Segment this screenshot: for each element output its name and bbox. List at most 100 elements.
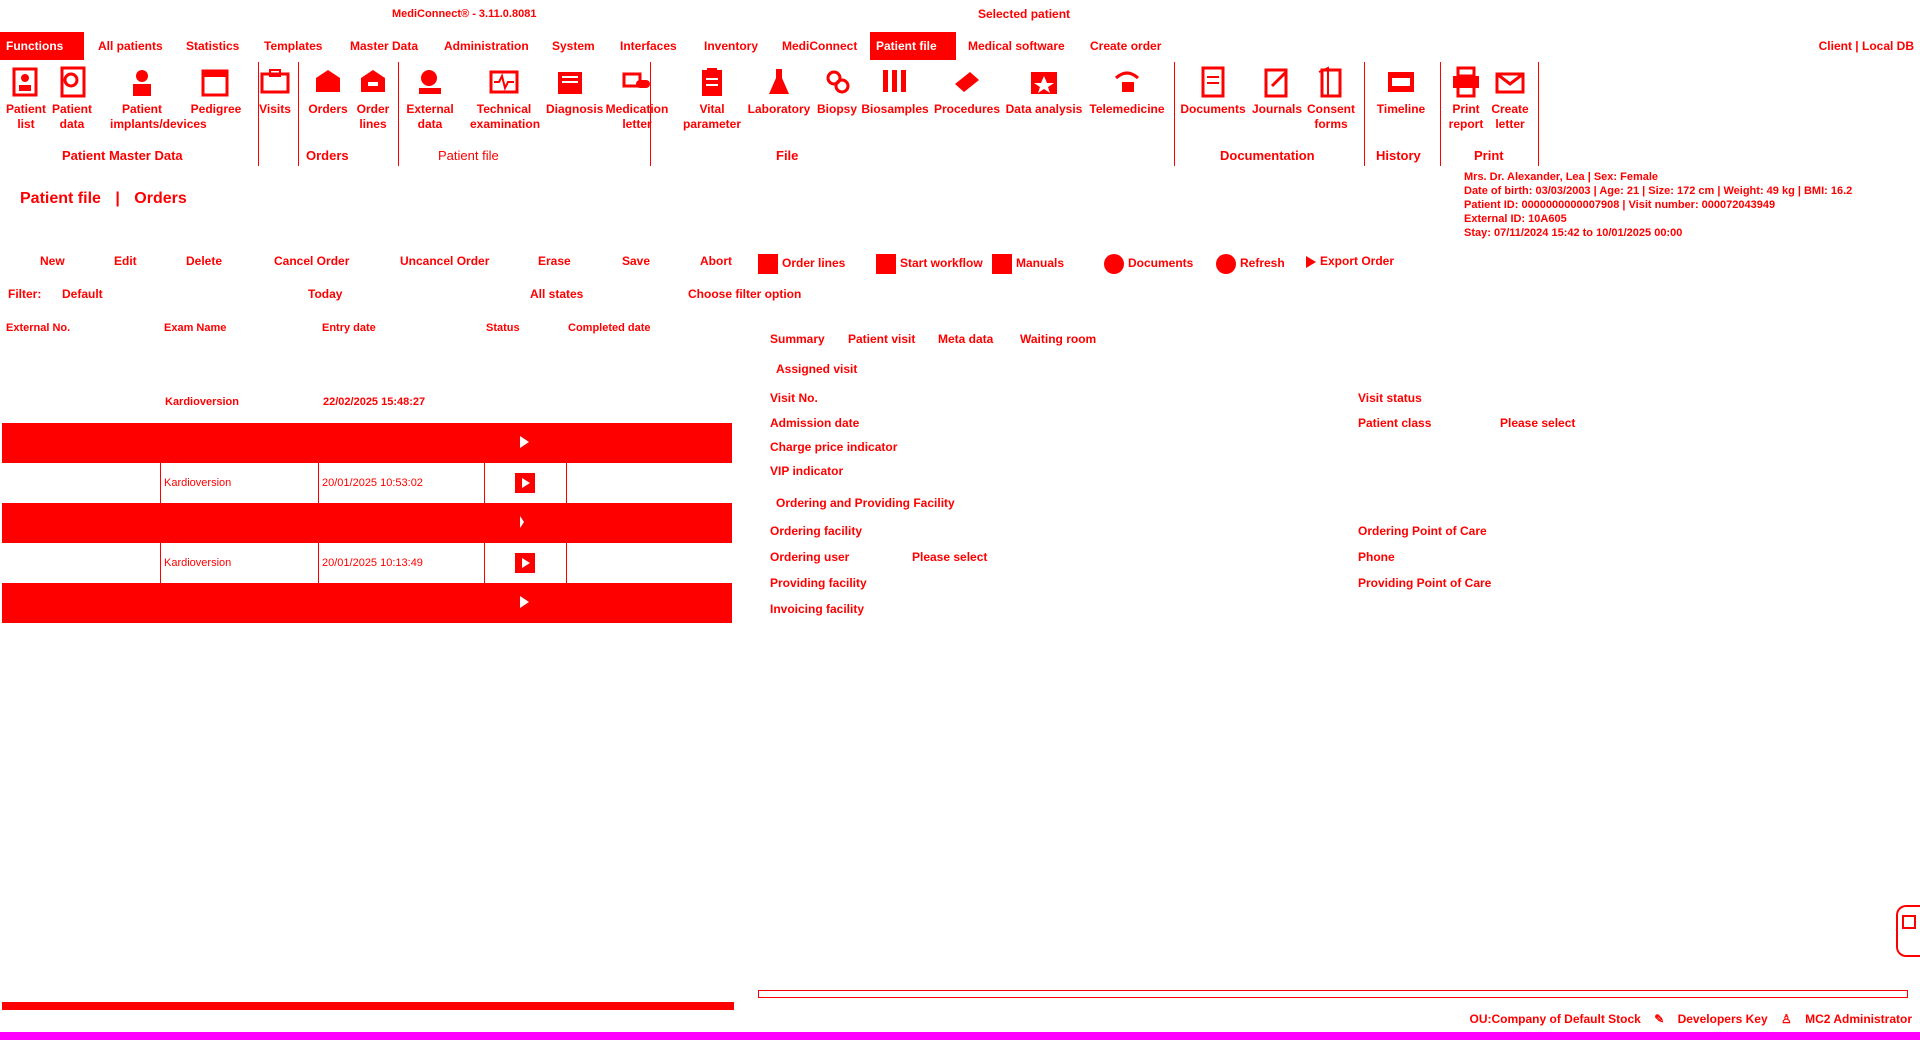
play-icon[interactable] <box>520 596 529 608</box>
filter-select[interactable]: Default <box>62 287 103 301</box>
column-status[interactable]: Status <box>486 322 520 334</box>
column-exam-name[interactable]: Exam Name <box>164 322 226 334</box>
status-filter-select[interactable]: All states <box>530 287 583 301</box>
tab-meta-data[interactable]: Meta data <box>938 332 993 346</box>
ribbon-separator <box>1364 62 1365 166</box>
start-workflow-label: Start workflow <box>900 256 983 271</box>
menu-all-patients[interactable]: All patients <box>92 32 169 60</box>
refresh-button[interactable]: Refresh <box>1216 254 1285 274</box>
play-icon[interactable] <box>515 553 535 573</box>
timeline-button[interactable]: Timeline <box>1370 66 1432 117</box>
menu-patient-file[interactable]: Patient file <box>870 32 956 60</box>
patient-data-button[interactable]: Patient data <box>50 66 94 132</box>
external-data-icon <box>419 70 441 94</box>
erase-button[interactable]: Erase <box>538 254 571 268</box>
procedures-button[interactable]: Procedures <box>932 66 1002 117</box>
documents-button[interactable]: Documents <box>1180 66 1246 117</box>
group-label-patient-file: Patient file <box>438 148 499 163</box>
table-row[interactable] <box>2 423 732 463</box>
workflow-icon <box>876 254 896 274</box>
manuals-button[interactable]: Manuals <box>992 254 1064 274</box>
external-data-button[interactable]: External data <box>404 66 456 132</box>
column-external-no[interactable]: External No. <box>6 322 70 334</box>
ribbon: Patient list Patient data Patient implan… <box>0 60 1920 168</box>
cancel-order-button[interactable]: Cancel Order <box>274 254 349 268</box>
documents-toolbar-button[interactable]: Documents <box>1104 254 1193 274</box>
side-panel-toggle[interactable] <box>1896 905 1920 957</box>
table-horizontal-scrollbar[interactable] <box>2 1002 734 1010</box>
table-row[interactable]: Kardioversion 20/01/2025 10:53:02 <box>2 463 732 503</box>
pedigree-button[interactable]: Pedigree <box>186 66 246 117</box>
biopsy-button[interactable]: Biopsy <box>816 66 858 117</box>
order-lines-button[interactable]: Order lines <box>350 66 396 132</box>
column-entry-date[interactable]: Entry date <box>322 322 376 334</box>
visits-icon <box>260 69 290 94</box>
patient-implants-button[interactable]: Patient implants/devices <box>110 66 207 132</box>
data-analysis-icon <box>1031 72 1057 94</box>
export-order-button[interactable]: Export Order <box>1306 254 1394 268</box>
create-letter-button[interactable]: Create letter <box>1488 66 1532 132</box>
medication-letter-button[interactable]: Medication letter <box>604 66 670 132</box>
edit-button[interactable]: Edit <box>114 254 137 268</box>
abort-button[interactable]: Abort <box>700 254 732 268</box>
client-indicator: Client | Local DB <box>1818 39 1914 53</box>
column-completed-date[interactable]: Completed date <box>568 322 651 334</box>
telemedicine-label: Telemedicine <box>1089 102 1165 116</box>
date-filter-select[interactable]: Today <box>308 287 342 301</box>
table-row[interactable] <box>2 583 732 623</box>
table-row[interactable]: Kardioversion 22/02/2025 15:48:27 <box>2 382 732 422</box>
tab-patient-visit[interactable]: Patient visit <box>848 332 915 346</box>
start-workflow-button[interactable]: Start workflow <box>876 254 983 274</box>
filter-option-select[interactable]: Choose filter option <box>688 287 801 301</box>
refresh-label: Refresh <box>1240 256 1285 271</box>
telemedicine-button[interactable]: Telemedicine <box>1088 66 1166 117</box>
patient-class-select[interactable]: Please select <box>1500 416 1575 430</box>
order-lines-toolbar-button[interactable]: Order lines <box>758 254 845 274</box>
vital-parameter-button[interactable]: Vital parameter <box>680 66 744 132</box>
menu-templates[interactable]: Templates <box>258 32 328 60</box>
diagnosis-button[interactable]: Diagnosis <box>546 66 603 117</box>
tab-waiting-room[interactable]: Waiting room <box>1020 332 1096 346</box>
uncancel-order-button[interactable]: Uncancel Order <box>400 254 489 268</box>
laboratory-button[interactable]: Laboratory <box>746 66 812 117</box>
menu-medical-software[interactable]: Medical software <box>962 32 1071 60</box>
menu-administration[interactable]: Administration <box>438 32 535 60</box>
ordering-user-select[interactable]: Please select <box>912 550 987 564</box>
medication-letter-label: Medication letter <box>605 102 669 131</box>
save-button[interactable]: Save <box>622 254 650 268</box>
toolbar: New Edit Delete Cancel Order Uncancel Or… <box>0 250 1920 276</box>
play-icon[interactable] <box>520 516 524 528</box>
play-icon[interactable] <box>520 436 529 448</box>
print-report-button[interactable]: Print report <box>1444 66 1488 132</box>
menu-system[interactable]: System <box>546 32 601 60</box>
menu-interfaces[interactable]: Interfaces <box>614 32 683 60</box>
biosamples-button[interactable]: Biosamples <box>860 66 930 117</box>
entry-date-cell: 20/01/2025 10:53:02 <box>318 463 484 503</box>
orders-button[interactable]: Orders <box>306 66 350 117</box>
menu-inventory[interactable]: Inventory <box>698 32 764 60</box>
play-icon[interactable] <box>515 473 535 493</box>
patient-birth-line: Date of birth: 03/03/2003 | Age: 21 | Si… <box>1464 185 1853 197</box>
detail-horizontal-scrollbar[interactable] <box>758 990 1908 998</box>
menu-master-data[interactable]: Master Data <box>344 32 424 60</box>
table-row[interactable] <box>2 503 732 543</box>
tab-summary[interactable]: Summary <box>770 332 825 346</box>
breadcrumb-patient-file[interactable]: Patient file <box>20 190 101 207</box>
menu-functions[interactable]: Functions <box>0 32 84 60</box>
technical-examination-label: Technical examination <box>470 102 541 131</box>
menu-statistics[interactable]: Statistics <box>180 32 245 60</box>
menu-create-order[interactable]: Create order <box>1084 32 1167 60</box>
journals-button[interactable]: Journals <box>1250 66 1304 117</box>
technical-examination-button[interactable]: Technical examination <box>470 66 541 132</box>
consent-forms-button[interactable]: Consent forms <box>1306 66 1356 132</box>
delete-button[interactable]: Delete <box>186 254 222 268</box>
selected-patient-title: Selected patient <box>978 7 1071 21</box>
data-analysis-button[interactable]: Data analysis <box>1004 66 1084 117</box>
new-button[interactable]: New <box>40 254 65 268</box>
table-row[interactable]: Kardioversion 20/01/2025 10:13:49 <box>2 543 732 583</box>
providing-poc-label: Providing Point of Care <box>1358 576 1492 590</box>
menu-mediconnect[interactable]: MediConnect <box>776 32 863 60</box>
status-cell <box>484 543 566 583</box>
patient-list-button[interactable]: Patient list <box>4 66 48 132</box>
document-icon <box>758 254 778 274</box>
